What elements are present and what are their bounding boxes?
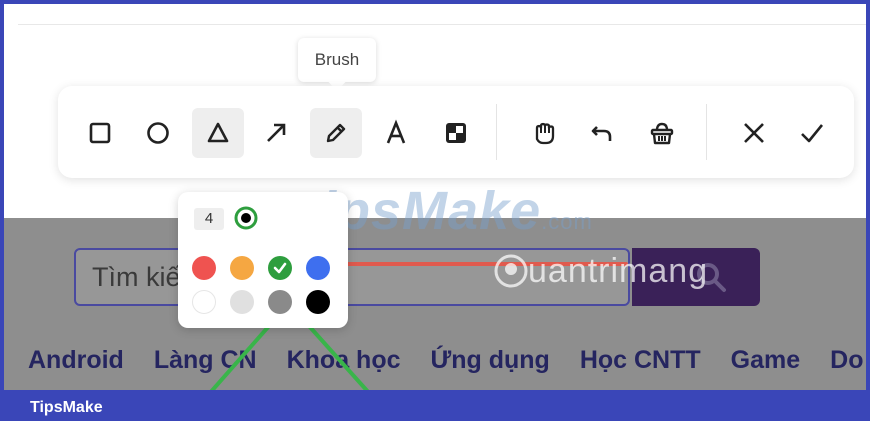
color-swatch-blue[interactable] (306, 256, 330, 280)
brush-size-dot-icon[interactable] (234, 206, 258, 230)
confirm-button[interactable] (786, 108, 838, 158)
color-swatch-orange[interactable] (230, 256, 254, 280)
bulb-icon (494, 254, 528, 288)
screenshot-frame: Tìm kiế Android Làng CN Khoa học Ứng dụn… (0, 0, 870, 421)
color-swatch-gray[interactable] (268, 290, 292, 314)
drawing-toolbar (58, 86, 854, 178)
toolbar-divider (496, 104, 497, 160)
footer-brand: TipsMake (30, 399, 103, 416)
brush-options-popup: 4 (178, 192, 348, 328)
rectangle-tool-button[interactable] (74, 108, 126, 158)
trash-icon (650, 122, 674, 145)
ellipse-tool-button[interactable] (132, 108, 184, 158)
color-swatch-light-gray[interactable] (230, 290, 254, 314)
circle-icon (147, 122, 169, 144)
watermark-sub-text: .com (541, 209, 593, 234)
pan-tool-button[interactable] (518, 108, 570, 158)
watermark-quantrimang: uantrimang (494, 252, 708, 291)
mosaic-tool-button[interactable] (430, 108, 482, 158)
pencil-icon (326, 123, 346, 143)
color-swatch-white[interactable] (192, 290, 216, 314)
text-tool-button[interactable] (370, 108, 422, 158)
clear-button[interactable] (636, 108, 688, 158)
watermark-second-text: uantrimang (528, 252, 709, 290)
brush-tool-button[interactable] (310, 108, 362, 158)
tool-tooltip: Brush (298, 38, 376, 82)
undo-icon (591, 126, 612, 141)
triangle-tool-button[interactable] (192, 108, 244, 158)
toolbar-divider (706, 104, 707, 160)
hand-icon (535, 122, 555, 145)
text-icon (386, 119, 406, 144)
brush-size-value[interactable]: 4 (194, 208, 224, 230)
close-icon (744, 123, 764, 143)
check-icon (273, 262, 287, 274)
square-icon (89, 122, 111, 144)
color-swatch-green[interactable] (268, 256, 292, 280)
arrow-icon (267, 123, 286, 142)
check-icon (801, 124, 824, 143)
footer-bar: TipsMake (4, 390, 866, 421)
color-swatch-red[interactable] (192, 256, 216, 280)
triangle-icon (207, 122, 229, 143)
cancel-button[interactable] (728, 108, 780, 158)
arrow-tool-button[interactable] (250, 108, 302, 158)
color-swatch-black[interactable] (306, 290, 330, 314)
mosaic-icon (446, 123, 466, 143)
undo-button[interactable] (576, 108, 628, 158)
